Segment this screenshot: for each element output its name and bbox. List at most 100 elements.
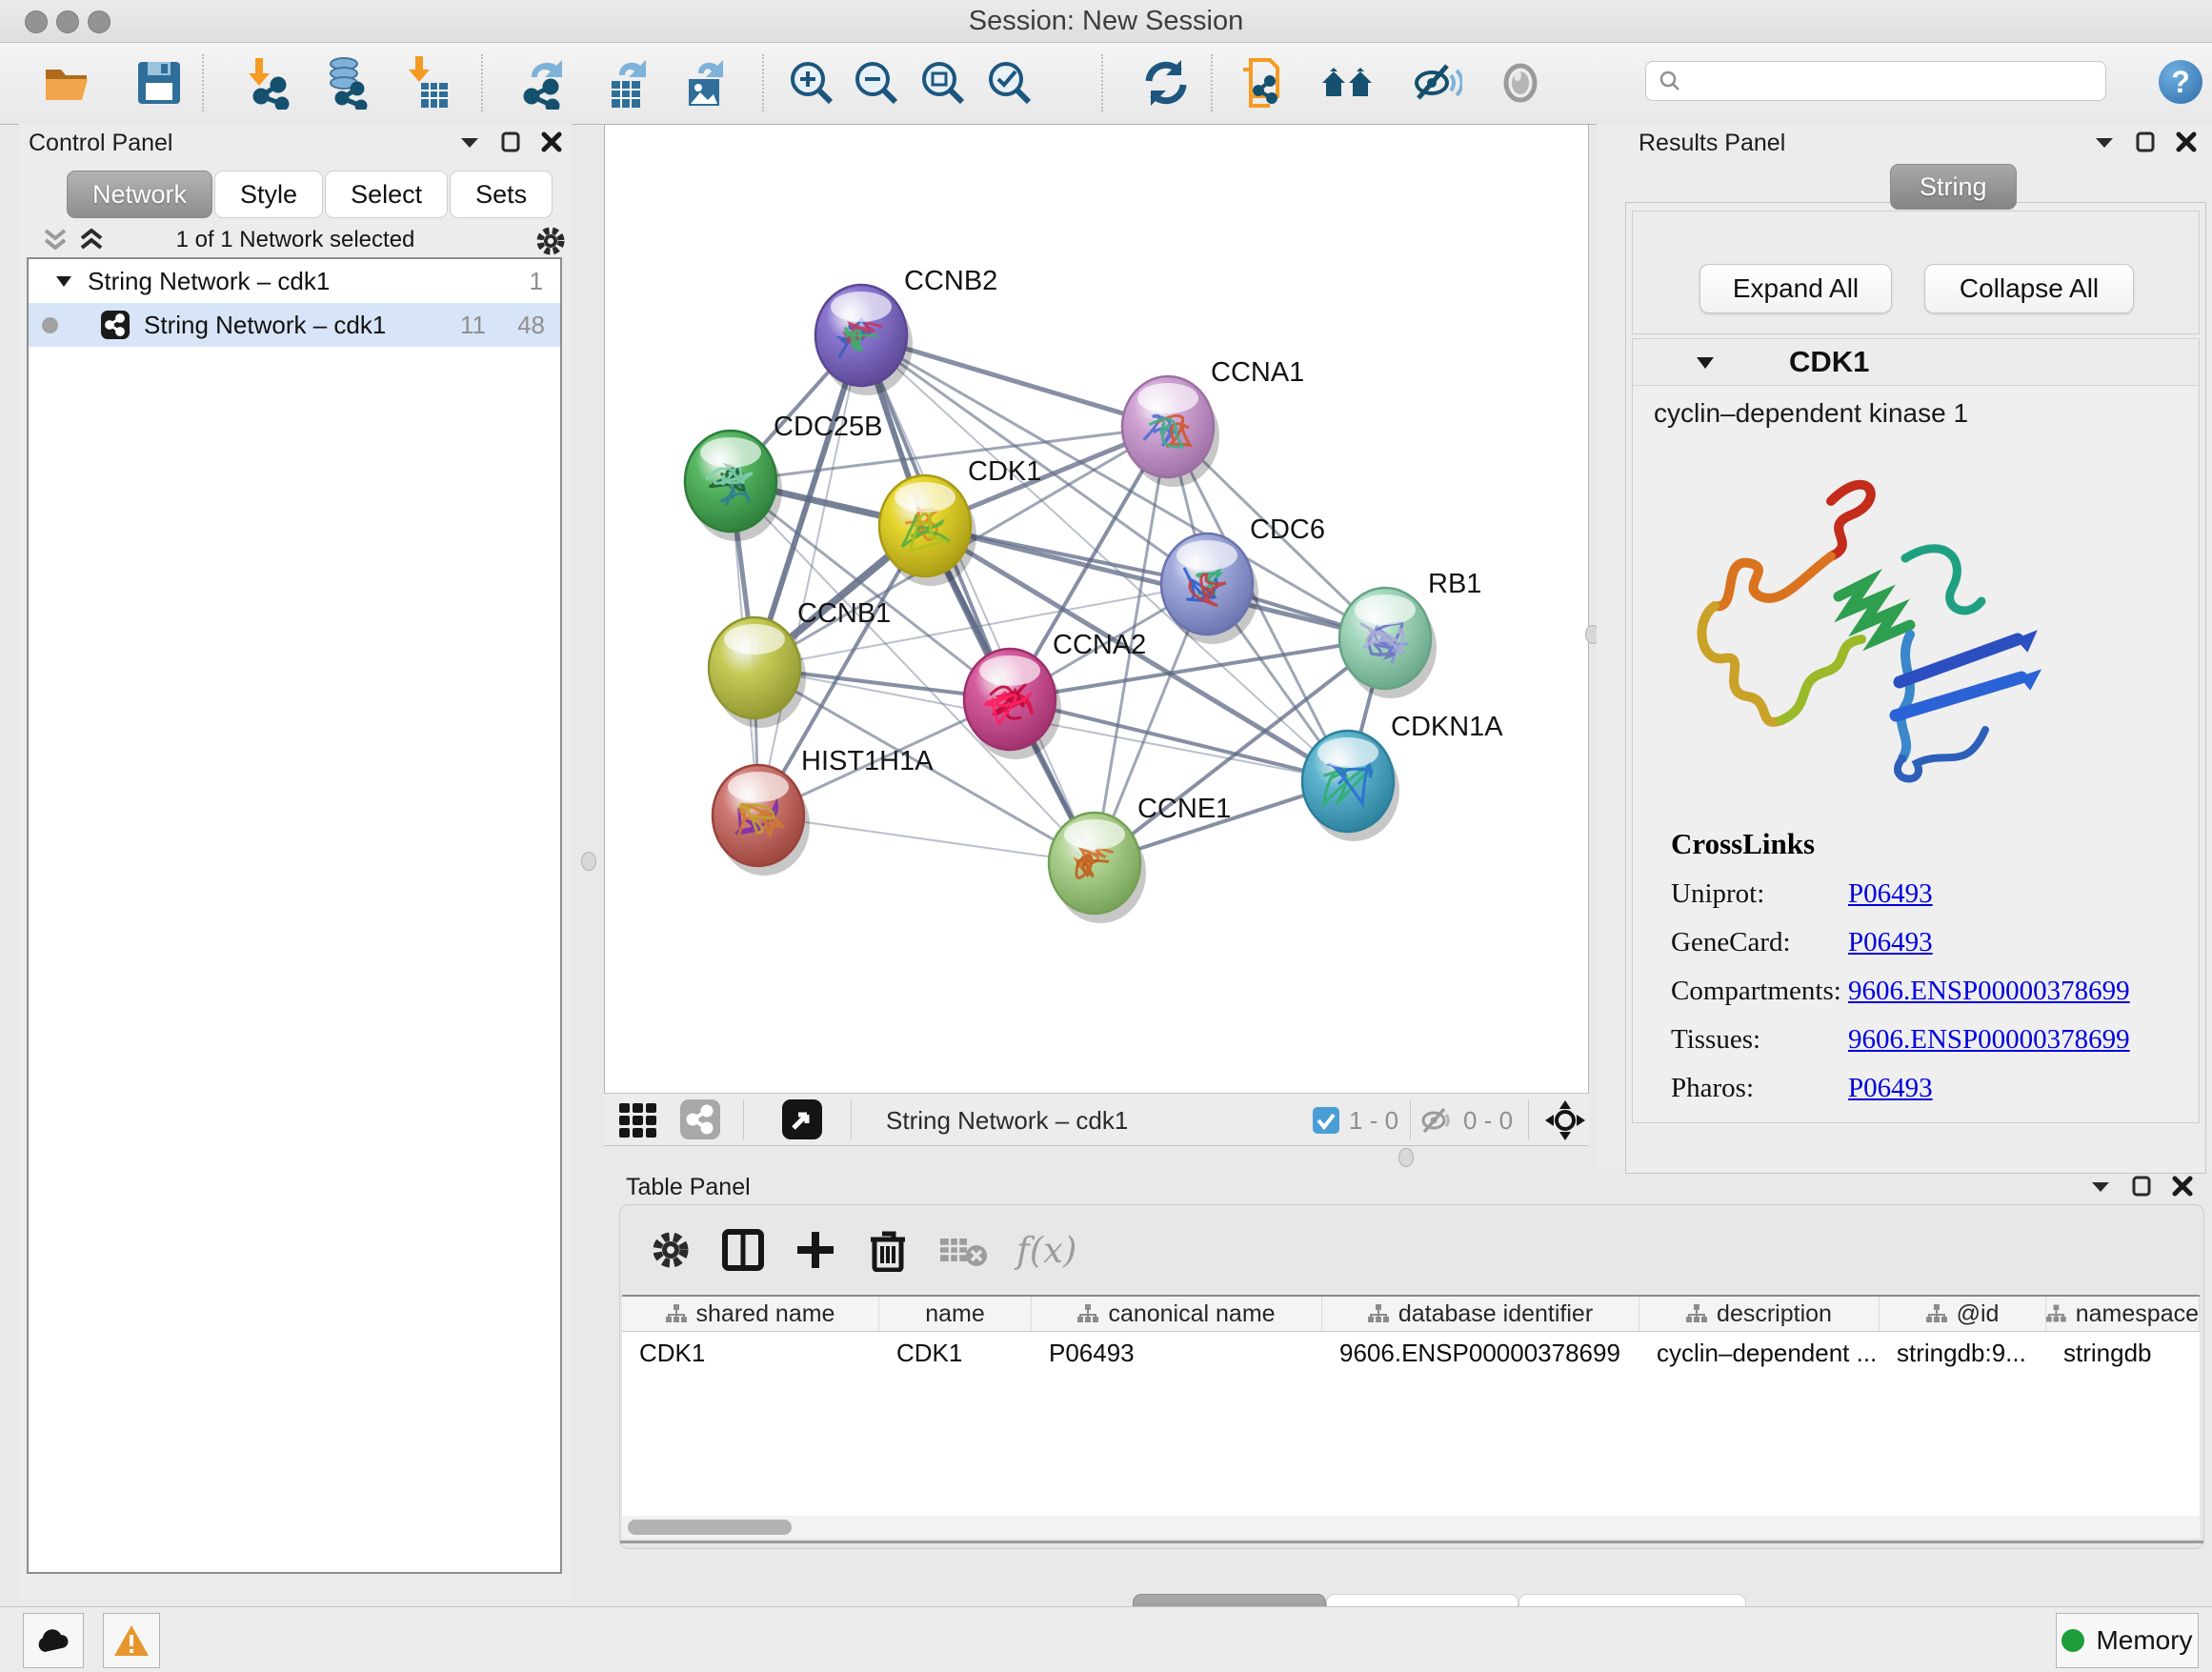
node-table[interactable]: shared namenamecanonical namedatabase id… — [622, 1295, 2200, 1516]
node-CCNA1[interactable]: CCNA1 — [1122, 357, 1304, 487]
network-collection-row[interactable]: String Network – cdk1 1 — [29, 259, 560, 303]
table-horizontal-scrollbar[interactable] — [622, 1516, 2200, 1539]
close-window-icon[interactable] — [25, 10, 48, 33]
node-CCNA2[interactable]: CCNA2 — [964, 630, 1146, 759]
cell-shared-name[interactable]: CDK1 — [622, 1332, 879, 1374]
tab-sets[interactable]: Sets — [450, 171, 553, 218]
cell-canonical-name[interactable]: P06493 — [1032, 1332, 1322, 1374]
left-splitter-grip[interactable] — [581, 852, 596, 871]
zoom-in-icon[interactable] — [785, 56, 838, 110]
crosslink-link[interactable]: P06493 — [1848, 878, 1933, 910]
float-panel-icon[interactable] — [2132, 1176, 2151, 1197]
search-input[interactable] — [1682, 67, 2067, 95]
column-header-database-identifier[interactable]: database identifier — [1322, 1297, 1639, 1331]
function-builder-icon: f(x) — [1016, 1230, 1076, 1271]
collection-expander-icon[interactable] — [55, 274, 72, 288]
cell-namespace[interactable]: stringdb — [2046, 1332, 2200, 1374]
cell-description[interactable]: cyclin–dependent ... — [1639, 1332, 1880, 1374]
float-panel-icon[interactable] — [2136, 131, 2155, 152]
warnings-button[interactable] — [103, 1613, 160, 1668]
crosslink-link[interactable]: P06493 — [1848, 927, 1933, 958]
save-session-icon[interactable] — [132, 56, 186, 110]
collapse-all-button[interactable]: Collapse All — [1924, 264, 2134, 313]
home-icon[interactable] — [1320, 56, 1374, 110]
table-options-gear-icon[interactable] — [649, 1228, 693, 1272]
zoom-out-icon[interactable] — [850, 56, 903, 110]
refresh-icon[interactable] — [1139, 56, 1193, 110]
clone-network-icon[interactable] — [1236, 56, 1289, 110]
export-table-icon[interactable] — [602, 56, 655, 110]
maximize-window-icon[interactable] — [88, 10, 111, 33]
cloud-button[interactable] — [23, 1613, 84, 1668]
zoom-selected-icon[interactable] — [983, 56, 1036, 110]
tab-select[interactable]: Select — [325, 171, 448, 218]
delete-column-icon[interactable] — [866, 1228, 910, 1272]
panel-menu-icon[interactable] — [2090, 1178, 2111, 1194]
hidden-eye-icon — [1419, 1105, 1454, 1136]
help-button[interactable]: ? — [2159, 60, 2202, 104]
crosslink-link[interactable]: 9606.ENSP00000378699 — [1848, 976, 2130, 1007]
search-box[interactable] — [1645, 61, 2106, 101]
cell-database-identifier[interactable]: 9606.ENSP00000378699 — [1322, 1332, 1639, 1374]
node-CCNE1[interactable]: CCNE1 — [1049, 794, 1231, 923]
tab-network[interactable]: Network — [67, 171, 212, 218]
column-header-name[interactable]: name — [879, 1297, 1032, 1331]
hide-graphics-details-icon[interactable] — [1409, 56, 1462, 110]
import-network-from-database-icon[interactable] — [319, 56, 372, 110]
memory-button[interactable]: Memory — [2056, 1613, 2199, 1668]
protein-section-header[interactable]: CDK1 — [1633, 339, 2199, 386]
column-header-shared-name[interactable]: shared name — [622, 1297, 879, 1331]
node-CDC6[interactable]: CDC6 — [1161, 514, 1325, 644]
birds-eye-view-icon[interactable] — [782, 1099, 822, 1139]
edge-CCNB2-CCNE1[interactable] — [861, 335, 1095, 863]
close-panel-icon[interactable] — [541, 131, 562, 152]
node-HIST1H1A[interactable]: HIST1H1A — [713, 746, 934, 876]
collapse-all-icon[interactable] — [42, 229, 69, 252]
network-canvas[interactable]: CCNB2CCNA1CDC25BCDK1CDC6RB1CCNB1CCNA2CDK… — [604, 124, 1589, 1094]
protein-description: cyclin–dependent kinase 1 — [1654, 398, 1968, 429]
cell-name[interactable]: CDK1 — [879, 1332, 1032, 1374]
close-panel-icon[interactable] — [2176, 131, 2197, 152]
tab-string[interactable]: String — [1890, 164, 2017, 210]
export-network-icon[interactable] — [518, 56, 572, 110]
fit-content-crosshair-icon[interactable] — [1545, 1100, 1585, 1140]
control-panel-title: Control Panel — [29, 130, 172, 157]
export-image-icon[interactable] — [679, 56, 733, 110]
panel-menu-icon[interactable] — [459, 134, 480, 150]
expand-all-icon[interactable] — [78, 229, 105, 252]
network-row[interactable]: String Network – cdk1 11 48 — [29, 303, 560, 347]
selected-nodes-checkbox-icon[interactable] — [1313, 1107, 1339, 1134]
crosslink-link[interactable]: 9606.ENSP00000378699 — [1848, 1024, 2130, 1056]
cell-@id[interactable]: stringdb:9... — [1880, 1332, 2046, 1374]
import-table-icon[interactable] — [400, 56, 453, 110]
grid-view-icon[interactable] — [619, 1101, 659, 1139]
column-header-namespace[interactable]: namespace — [2046, 1297, 2200, 1331]
network-options-gear-icon[interactable] — [533, 224, 568, 258]
column-header-@id[interactable]: @id — [1880, 1297, 2046, 1331]
network-overview-icon[interactable] — [680, 1099, 720, 1139]
bottom-splitter-grip[interactable] — [1398, 1148, 1414, 1167]
panel-menu-icon[interactable] — [2094, 134, 2115, 150]
expand-all-button[interactable]: Expand All — [1699, 264, 1892, 313]
crosslink-link[interactable]: P06493 — [1848, 1073, 1933, 1104]
column-header-description[interactable]: description — [1639, 1297, 1880, 1331]
float-panel-icon[interactable] — [501, 131, 520, 152]
open-session-icon[interactable] — [42, 56, 95, 110]
edge-CCNB2-HIST1H1A[interactable] — [758, 335, 861, 816]
hidden-count: 0 - 0 — [1463, 1106, 1513, 1136]
zoom-fit-icon[interactable] — [916, 56, 970, 110]
scrollbar-thumb[interactable] — [628, 1520, 792, 1535]
column-header-canonical-name[interactable]: canonical name — [1032, 1297, 1322, 1331]
node-CCNB1[interactable]: CCNB1 — [709, 598, 891, 728]
show-columns-icon[interactable] — [721, 1228, 765, 1272]
section-expander-icon[interactable] — [1696, 355, 1715, 370]
tab-style[interactable]: Style — [214, 171, 323, 218]
minimize-window-icon[interactable] — [56, 10, 79, 33]
node-CDKN1A[interactable]: CDKN1A — [1302, 712, 1503, 841]
import-network-icon[interactable] — [240, 56, 293, 110]
add-column-icon[interactable] — [794, 1228, 837, 1272]
node-RB1[interactable]: RB1 — [1339, 569, 1481, 698]
node-CDK1[interactable]: CDK1 — [879, 456, 1041, 586]
close-panel-icon[interactable] — [2172, 1176, 2193, 1197]
table-row[interactable]: CDK1CDK1P064939606.ENSP00000378699cyclin… — [622, 1332, 2200, 1374]
